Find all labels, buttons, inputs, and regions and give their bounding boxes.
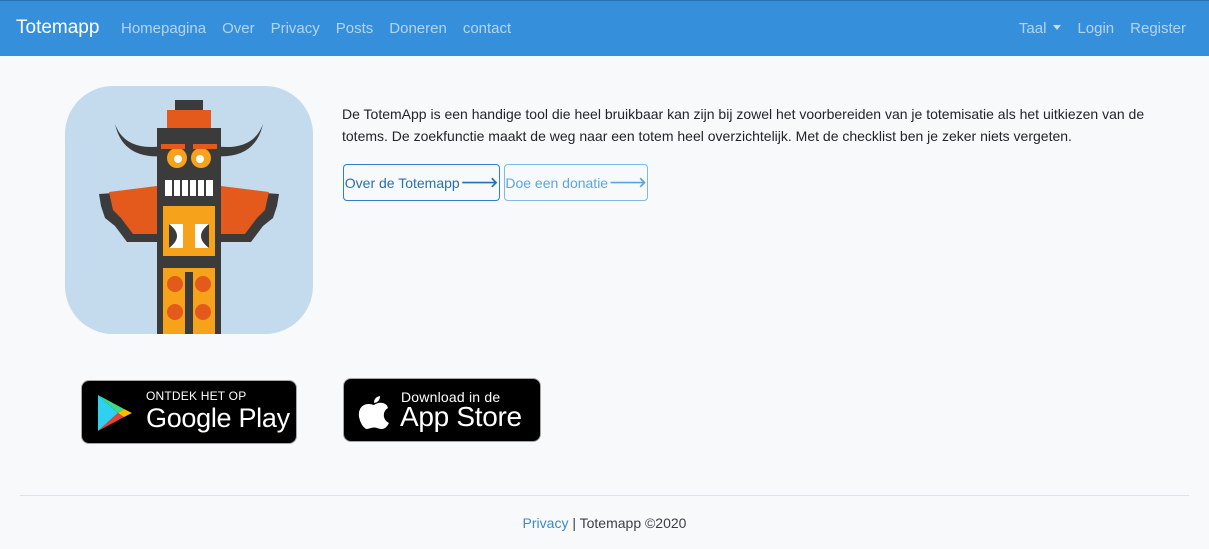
footer-copyright: | Totemapp ©2020 — [568, 515, 687, 531]
caret-down-icon — [1053, 25, 1062, 30]
nav-link-over[interactable]: Over — [222, 20, 255, 37]
nav-link-doneren[interactable]: Doneren — [389, 20, 447, 37]
apple-icon — [358, 396, 389, 429]
language-dropdown[interactable]: Taal — [1019, 20, 1062, 37]
nav-links: Homepagina Over Privacy Posts Doneren co… — [121, 20, 527, 37]
footer: Privacy | Totemapp ©2020 — [0, 515, 1209, 531]
arrow-right-icon: 🡒 — [460, 174, 499, 190]
donate-button[interactable]: Doe een donatie 🡒 — [504, 164, 648, 201]
register-link[interactable]: Register — [1130, 20, 1186, 37]
footer-divider — [20, 495, 1189, 496]
google-play-badge[interactable]: ONTDEK HET OP Google Play — [81, 380, 297, 444]
google-play-icon — [98, 395, 132, 431]
apple-badge-big-text: App Store — [400, 401, 522, 432]
about-totemapp-button[interactable]: Over de Totemapp 🡒 — [343, 164, 500, 201]
navbar: Totemapp Homepagina Over Privacy Posts D… — [0, 0, 1209, 56]
app-store-badge[interactable]: Download in de App Store — [343, 378, 541, 442]
footer-privacy-link[interactable]: Privacy — [523, 515, 569, 531]
intro-text: De TotemApp is een handige tool die heel… — [342, 106, 1145, 144]
nav-link-homepagina[interactable]: Homepagina — [121, 20, 206, 37]
login-link[interactable]: Login — [1077, 20, 1114, 37]
language-label: Taal — [1018, 20, 1047, 37]
brand-link[interactable]: Totemapp — [16, 17, 99, 39]
donate-button-label: Doe een donatie — [505, 174, 609, 191]
totem-logo-icon — [65, 86, 313, 334]
google-badge-small-text: ONTDEK HET OP — [146, 389, 247, 403]
nav-link-posts[interactable]: Posts — [336, 20, 374, 37]
arrow-right-icon: 🡒 — [609, 174, 647, 190]
nav-link-privacy[interactable]: Privacy — [271, 20, 320, 37]
google-badge-big-text: Google Play — [146, 403, 290, 433]
nav-right: Taal Login Register — [1003, 20, 1186, 37]
nav-link-contact[interactable]: contact — [463, 20, 511, 37]
about-button-label: Over de Totemapp — [344, 174, 460, 191]
